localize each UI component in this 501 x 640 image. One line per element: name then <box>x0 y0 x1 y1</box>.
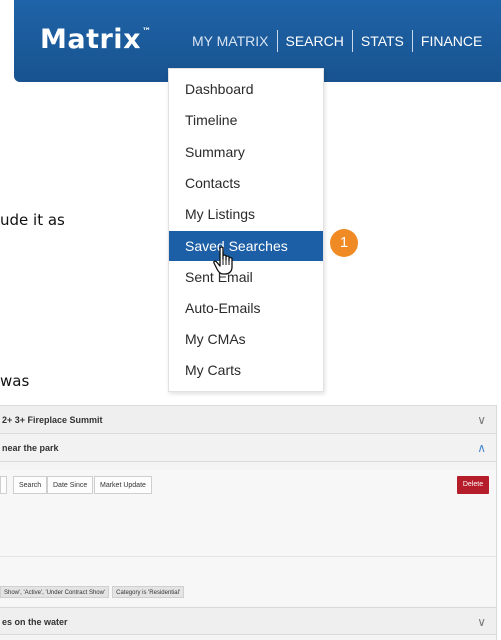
saved-search-title: near the park <box>2 443 59 453</box>
nav-search[interactable]: SEARCH <box>278 30 352 52</box>
divider <box>0 556 496 557</box>
nav-my-matrix[interactable]: MY MATRIX <box>184 30 277 52</box>
search-button[interactable]: Search <box>13 476 48 494</box>
saved-search-row[interactable]: near the park ∧ <box>0 434 496 462</box>
chevron-down-icon[interactable]: ∨ <box>477 608 486 636</box>
hand-cursor-icon <box>213 246 233 275</box>
action-button-partial[interactable] <box>0 476 7 494</box>
saved-search-title: es on the water <box>2 617 68 627</box>
saved-search-row[interactable]: 2+ 3+ Fireplace Summit ∨ <box>0 406 496 434</box>
menu-item-auto-emails[interactable]: Auto-Emails <box>169 294 323 322</box>
saved-search-actions: Search Date Since Market Update Delete <box>0 476 496 498</box>
menu-item-my-cmas[interactable]: My CMAs <box>169 325 323 353</box>
search-criteria: Show', 'Active', 'Under Contract Show' C… <box>0 586 185 598</box>
chevron-up-icon[interactable]: ∧ <box>477 434 486 462</box>
main-nav: MY MATRIX SEARCH STATS FINANCE <box>184 30 490 52</box>
menu-item-timeline[interactable]: Timeline <box>169 106 323 134</box>
my-matrix-dropdown: Dashboard Timeline Summary Contacts My L… <box>168 68 324 392</box>
menu-item-dashboard[interactable]: Dashboard <box>169 75 323 103</box>
criteria-tag: Show', 'Active', 'Under Contract Show' <box>0 586 110 598</box>
saved-search-row[interactable]: es on the water ∨ <box>0 607 496 635</box>
matrix-logo[interactable]: Matrix™ <box>40 24 151 55</box>
step-number-badge: 1 <box>330 229 358 257</box>
date-since-button[interactable]: Date Since <box>47 476 94 494</box>
market-update-button[interactable]: Market Update <box>94 476 152 494</box>
trademark-mark: ™ <box>141 27 152 37</box>
menu-item-contacts[interactable]: Contacts <box>169 169 323 197</box>
nav-finance[interactable]: FINANCE <box>413 30 490 52</box>
criteria-tag: Category is 'Residential' <box>112 586 185 598</box>
body-text-fragment: was <box>0 372 30 390</box>
body-text-fragment: ude it as <box>0 211 65 229</box>
nav-stats[interactable]: STATS <box>353 30 412 52</box>
delete-button[interactable]: Delete <box>457 476 489 494</box>
menu-item-my-carts[interactable]: My Carts <box>169 356 323 384</box>
chevron-down-icon[interactable]: ∨ <box>477 406 486 434</box>
menu-item-my-listings[interactable]: My Listings <box>169 200 323 228</box>
menu-item-summary[interactable]: Summary <box>169 138 323 166</box>
menu-item-saved-searches[interactable]: Saved Searches <box>169 231 323 261</box>
menu-item-sent-email[interactable]: Sent Email <box>169 263 323 291</box>
saved-search-title: 2+ 3+ Fireplace Summit <box>2 415 103 425</box>
